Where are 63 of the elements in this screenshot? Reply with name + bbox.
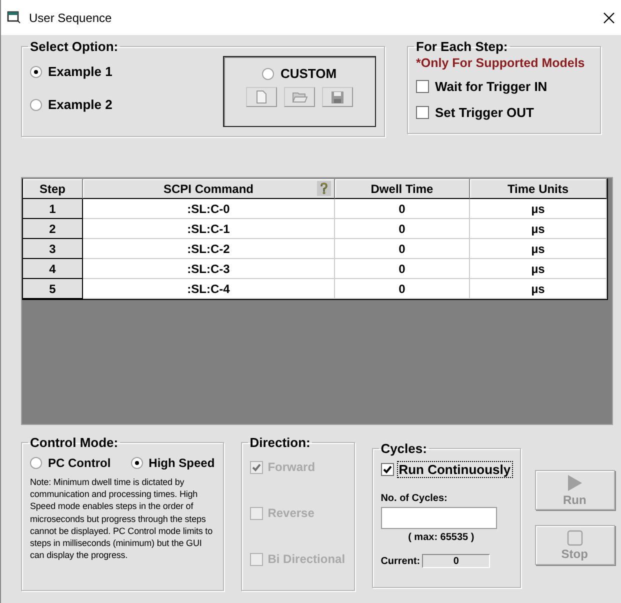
step-cell: 2 xyxy=(23,219,83,239)
note-text: Note: Minimum dwell time is dictated by communication and processing times. High Speed mode enables steps in the order of microseconds but progress through the steps cannot be displayed. PC Control mode limits to steps in milliseconds (minimum) but the GUI can display the progress. xyxy=(30,476,214,562)
app-icon xyxy=(7,11,21,24)
table-cell: :SL:C-0 xyxy=(83,199,335,219)
step-cell: 4 xyxy=(23,259,83,279)
stop-icon xyxy=(566,530,583,546)
note-text: *Only For Supported Models xyxy=(416,56,586,70)
folder-icon xyxy=(292,91,308,103)
table-cell: 0 xyxy=(335,259,470,279)
column-header: Step xyxy=(23,179,83,199)
checkbox[interactable] xyxy=(416,106,429,119)
option-label[interactable]: Example 2 xyxy=(30,97,112,112)
step-cell: 5 xyxy=(23,279,83,299)
option-label[interactable]: PC Control xyxy=(30,456,111,470)
table-cell: :SL:C-4 xyxy=(83,279,335,299)
checkbox[interactable] xyxy=(380,463,394,476)
table-cell: µs xyxy=(470,279,607,299)
step-cell: 1 xyxy=(23,199,83,219)
radio-button[interactable] xyxy=(30,66,42,78)
checkbox-label[interactable]: Run Continuously xyxy=(380,462,512,477)
table-cell: µs xyxy=(470,259,607,279)
table-cell: :SL:C-1 xyxy=(83,219,335,239)
checkbox[interactable] xyxy=(416,80,429,93)
current-count: 0 xyxy=(422,554,490,568)
table-cell: µs xyxy=(470,219,607,239)
group-title: For Each Step: xyxy=(415,39,509,54)
table-cell: µs xyxy=(470,199,607,219)
table-cell: 0 xyxy=(335,279,470,299)
option-label[interactable]: High Speed xyxy=(130,456,215,470)
checkbox-label[interactable]: Set Trigger OUT xyxy=(416,105,592,120)
radio-button[interactable] xyxy=(30,457,42,469)
column-header: Dwell Time xyxy=(335,179,470,199)
column-header: SCPI Command xyxy=(83,179,335,199)
group-title: Select Option: xyxy=(29,39,120,54)
option-label[interactable]: CUSTOM xyxy=(262,66,337,81)
radio-button[interactable] xyxy=(30,98,42,110)
group-title: Control Mode: xyxy=(29,435,120,450)
file-icon xyxy=(256,90,267,104)
table-cell: 0 xyxy=(335,199,470,219)
radio-button[interactable] xyxy=(262,68,274,80)
play-icon xyxy=(566,474,584,492)
max-hint: ( max: 65535 ) xyxy=(408,532,474,543)
cycles-input-field[interactable] xyxy=(380,507,497,529)
help-icon[interactable] xyxy=(317,181,331,196)
open-folder-button[interactable] xyxy=(284,87,315,107)
checkbox-label[interactable]: Wait for Trigger IN xyxy=(416,79,592,94)
table-cell: 0 xyxy=(335,239,470,259)
option-label[interactable]: Example 1 xyxy=(30,64,112,79)
field-label: Current: xyxy=(380,556,420,566)
group-title: Cycles: xyxy=(380,441,428,456)
field-label: No. of Cycles: xyxy=(380,493,448,504)
table-cell: :SL:C-3 xyxy=(83,259,335,279)
column-header: Time Units xyxy=(470,179,607,199)
window-title: User Sequence xyxy=(29,10,113,24)
group-title: Direction: xyxy=(248,435,312,450)
close-icon[interactable] xyxy=(603,12,615,24)
table-cell: 0 xyxy=(335,219,470,239)
step-cell: 3 xyxy=(23,239,83,259)
table-cell: :SL:C-2 xyxy=(83,239,335,259)
radio-button[interactable] xyxy=(130,457,143,469)
save-button[interactable] xyxy=(322,87,353,107)
new-file-button[interactable] xyxy=(246,87,277,107)
table-cell: µs xyxy=(470,239,607,259)
